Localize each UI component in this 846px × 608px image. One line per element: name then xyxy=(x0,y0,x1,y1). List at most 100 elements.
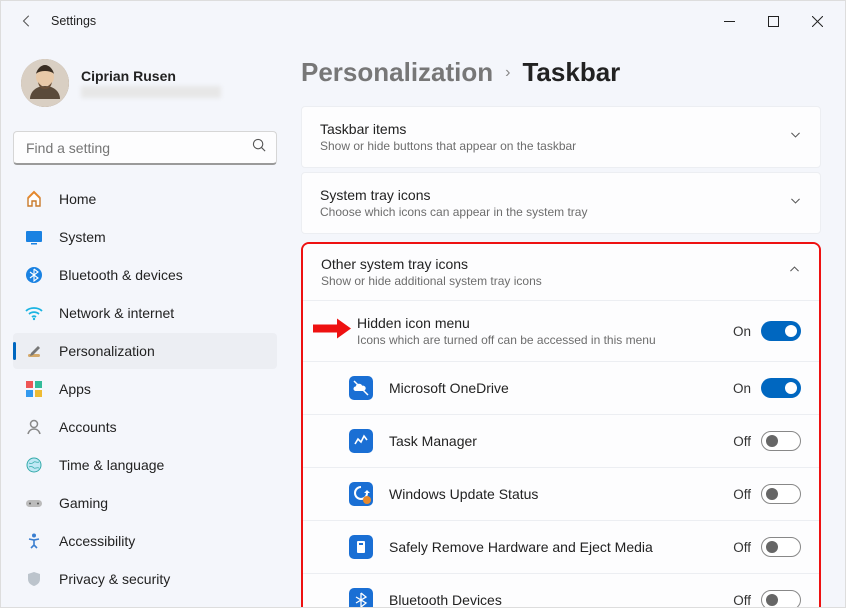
section-sub: Show or hide additional system tray icon… xyxy=(321,274,788,288)
section-system-tray[interactable]: System tray icons Choose which icons can… xyxy=(301,172,821,234)
chevron-right-icon: › xyxy=(505,64,510,82)
close-icon xyxy=(812,16,823,27)
shield-icon xyxy=(25,570,43,588)
winupdate-toggle[interactable] xyxy=(761,484,801,504)
window-title: Settings xyxy=(51,14,96,28)
search-wrap xyxy=(13,131,277,165)
chevron-down-icon xyxy=(789,194,802,212)
section-taskbar-items[interactable]: Taskbar items Show or hide buttons that … xyxy=(301,106,821,168)
tray-row-taskmgr: Task ManagerOff xyxy=(303,414,819,467)
section-title: System tray icons xyxy=(320,187,789,203)
sidebar-item-label: Bluetooth & devices xyxy=(59,267,183,283)
tray-row-safelyremove: Safely Remove Hardware and Eject MediaOf… xyxy=(303,520,819,573)
avatar xyxy=(21,59,69,107)
main-content: Personalization › Taskbar Taskbar items … xyxy=(289,41,845,607)
sidebar-item-system[interactable]: System xyxy=(13,219,277,255)
safelyremove-icon xyxy=(349,535,373,559)
search-icon xyxy=(252,138,267,158)
row-title: Microsoft OneDrive xyxy=(389,380,725,396)
sidebar-item-label: Personalization xyxy=(59,343,155,359)
row-title: Safely Remove Hardware and Eject Media xyxy=(389,539,725,555)
maximize-icon xyxy=(768,16,779,27)
bluetooth-icon xyxy=(25,266,43,284)
sidebar-item-accessibility[interactable]: Accessibility xyxy=(13,523,277,559)
sidebar-item-label: Accounts xyxy=(59,419,117,435)
sidebar-item-home[interactable]: Home xyxy=(13,181,277,217)
sidebar-item-label: System xyxy=(59,229,106,245)
safelyremove-toggle[interactable] xyxy=(761,537,801,557)
toggle-state-label: Off xyxy=(725,434,751,449)
section-title: Other system tray icons xyxy=(321,256,788,272)
taskmgr-toggle[interactable] xyxy=(761,431,801,451)
sidebar-item-time[interactable]: Time & language xyxy=(13,447,277,483)
chevron-down-icon xyxy=(789,128,802,146)
sidebar-item-label: Accessibility xyxy=(59,533,135,549)
arrow-annotation-icon xyxy=(313,319,351,344)
toggle-state-label: On xyxy=(725,381,751,396)
breadcrumb-leaf: Taskbar xyxy=(522,57,620,88)
highlight-annotation: Other system tray icons Show or hide add… xyxy=(301,242,821,607)
titlebar: Settings xyxy=(1,1,845,41)
person-icon xyxy=(25,418,43,436)
minimize-button[interactable] xyxy=(707,5,751,37)
sidebar-item-network[interactable]: Network & internet xyxy=(13,295,277,331)
sidebar-item-label: Privacy & security xyxy=(59,571,170,587)
sidebar: Ciprian Rusen Home System Bluetooth & de… xyxy=(1,41,289,607)
onedrive-icon xyxy=(349,376,373,400)
user-name: Ciprian Rusen xyxy=(81,68,221,84)
row-title: Hidden icon menu xyxy=(357,315,725,331)
row-title: Task Manager xyxy=(389,433,725,449)
system-icon xyxy=(25,228,43,246)
section-title: Taskbar items xyxy=(320,121,789,137)
sidebar-item-personalization[interactable]: Personalization xyxy=(13,333,277,369)
search-input[interactable] xyxy=(13,131,277,165)
row-title: Windows Update Status xyxy=(389,486,725,502)
home-icon xyxy=(25,190,43,208)
row-sub: Icons which are turned off can be access… xyxy=(357,333,725,347)
sidebar-item-gaming[interactable]: Gaming xyxy=(13,485,277,521)
toggle-state-label: Off xyxy=(725,487,751,502)
accessibility-icon xyxy=(25,532,43,550)
wifi-icon xyxy=(25,304,43,322)
onedrive-toggle[interactable] xyxy=(761,378,801,398)
hidden-icon-menu-toggle[interactable] xyxy=(761,321,801,341)
tray-row-btdevices: Bluetooth DevicesOff xyxy=(303,573,819,607)
section-header[interactable]: Other system tray icons Show or hide add… xyxy=(303,244,819,300)
globe-clock-icon xyxy=(25,456,43,474)
sidebar-item-label: Apps xyxy=(59,381,91,397)
breadcrumb-root[interactable]: Personalization xyxy=(301,57,493,88)
section-other-tray: Other system tray icons Show or hide add… xyxy=(303,244,819,607)
toggle-state-label: On xyxy=(725,324,751,339)
chevron-up-icon xyxy=(788,263,801,281)
breadcrumb: Personalization › Taskbar xyxy=(301,57,821,88)
sidebar-item-label: Time & language xyxy=(59,457,164,473)
sidebar-item-privacy[interactable]: Privacy & security xyxy=(13,561,277,597)
toggle-state-label: Off xyxy=(725,593,751,608)
taskmgr-icon xyxy=(349,429,373,453)
arrow-left-icon xyxy=(20,14,34,28)
tray-row-winupdate: Windows Update StatusOff xyxy=(303,467,819,520)
user-block[interactable]: Ciprian Rusen xyxy=(13,49,277,125)
sidebar-item-label: Network & internet xyxy=(59,305,174,321)
btdevices-toggle[interactable] xyxy=(761,590,801,607)
apps-icon xyxy=(25,380,43,398)
section-sub: Show or hide buttons that appear on the … xyxy=(320,139,789,153)
tray-row-onedrive: Microsoft OneDriveOn xyxy=(303,361,819,414)
sidebar-item-bluetooth[interactable]: Bluetooth & devices xyxy=(13,257,277,293)
close-button[interactable] xyxy=(795,5,839,37)
paint-icon xyxy=(25,342,43,360)
sidebar-item-label: Gaming xyxy=(59,495,108,511)
window-controls xyxy=(707,5,839,37)
btdevices-icon xyxy=(349,588,373,607)
row-hidden-icon-menu: Hidden icon menu Icons which are turned … xyxy=(303,301,819,361)
minimize-icon xyxy=(724,16,735,27)
sidebar-item-accounts[interactable]: Accounts xyxy=(13,409,277,445)
maximize-button[interactable] xyxy=(751,5,795,37)
sidebar-item-apps[interactable]: Apps xyxy=(13,371,277,407)
toggle-state-label: Off xyxy=(725,540,751,555)
row-title: Bluetooth Devices xyxy=(389,592,725,607)
section-sub: Choose which icons can appear in the sys… xyxy=(320,205,789,219)
winupdate-icon xyxy=(349,482,373,506)
back-button[interactable] xyxy=(13,7,41,35)
sidebar-item-label: Home xyxy=(59,191,96,207)
